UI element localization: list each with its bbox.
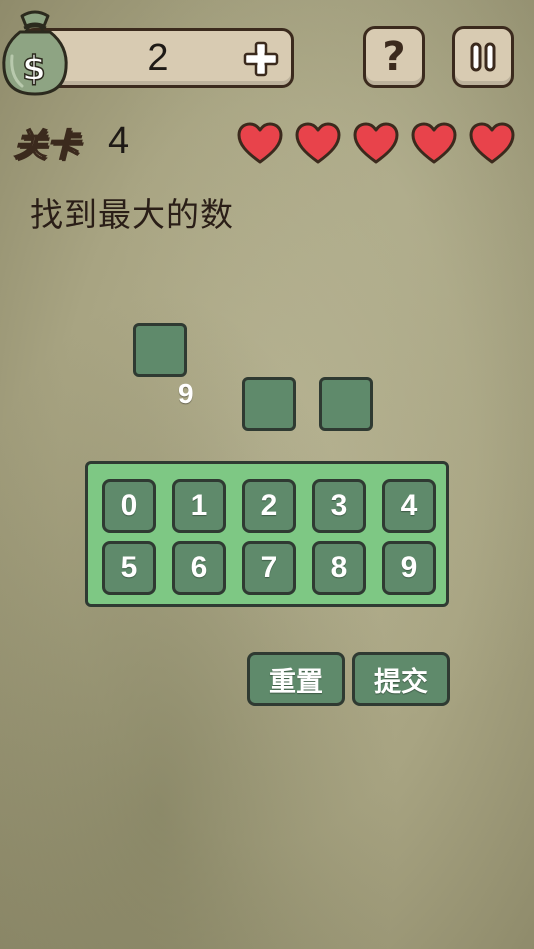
heart-icon [353, 122, 399, 164]
puzzle-instruction: 找到最大的数 [30, 195, 234, 234]
digit-key-0[interactable]: 0 [102, 479, 156, 533]
digit-key-4[interactable]: 4 [382, 479, 436, 533]
heart-icon [295, 122, 341, 164]
plus-icon [243, 41, 279, 77]
help-button[interactable]: ? [363, 26, 425, 88]
answer-slot-1[interactable] [133, 323, 187, 377]
digit-key-9[interactable]: 9 [382, 541, 436, 595]
answer-slot-2[interactable] [242, 377, 296, 431]
heart-icon [411, 122, 457, 164]
draggable-digit[interactable]: 9 [178, 378, 194, 410]
digit-key-6[interactable]: 6 [172, 541, 226, 595]
svg-text:$: $ [22, 49, 46, 89]
heart-icon [237, 122, 283, 164]
answer-slot-3[interactable] [319, 377, 373, 431]
add-coins-button[interactable] [239, 37, 283, 81]
coin-count: 2 [147, 36, 169, 79]
digit-key-8[interactable]: 8 [312, 541, 366, 595]
pause-button[interactable] [452, 26, 514, 88]
level-number: 4 [108, 120, 130, 162]
lives-display [236, 121, 516, 165]
help-icon: ? [382, 34, 406, 80]
number-keypad: 01234 56789 [85, 461, 449, 607]
digit-key-1[interactable]: 1 [172, 479, 226, 533]
level-label: 关卡 [13, 125, 81, 165]
heart-icon [469, 122, 515, 164]
reset-button[interactable]: 重置 [247, 652, 345, 706]
digit-key-5[interactable]: 5 [102, 541, 156, 595]
digit-key-3[interactable]: 3 [312, 479, 366, 533]
pause-icon [470, 42, 496, 72]
submit-button[interactable]: 提交 [352, 652, 450, 706]
digit-key-7[interactable]: 7 [242, 541, 296, 595]
money-bag-icon: $ [2, 10, 68, 96]
digit-key-2[interactable]: 2 [242, 479, 296, 533]
